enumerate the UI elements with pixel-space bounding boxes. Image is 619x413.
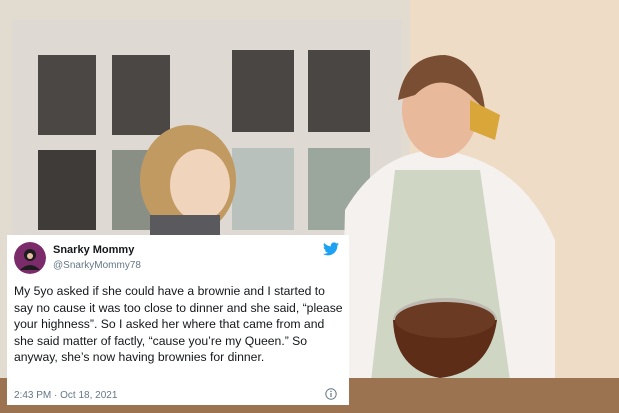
tweet-text: My 5yo asked if she could have a brownie… [14, 284, 343, 364]
twitter-bird-icon[interactable] [323, 242, 339, 256]
info-icon[interactable] [325, 388, 337, 400]
display-name[interactable]: Snarky Mommy [53, 244, 134, 256]
user-handle[interactable]: @SnarkyMommy78 [53, 260, 141, 271]
tweet-timestamp[interactable]: 2:43 PM · Oct 18, 2021 [14, 390, 117, 401]
avatar[interactable] [14, 242, 46, 274]
tweet-card[interactable]: Snarky Mommy @SnarkyMommy78 My 5yo asked… [7, 235, 349, 405]
